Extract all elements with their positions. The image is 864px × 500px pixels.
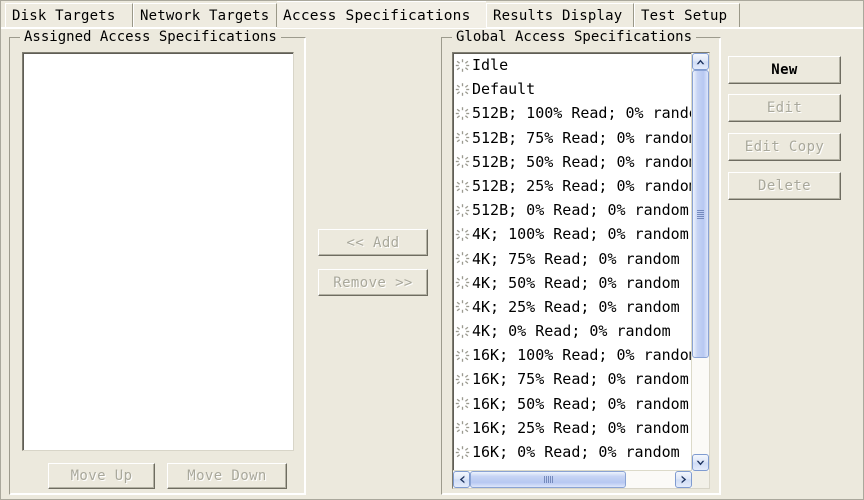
list-item-label: Default	[472, 80, 536, 99]
move-down-label: Move Down	[187, 468, 267, 484]
global-list-vertical-scrollbar[interactable]	[691, 53, 709, 471]
edit-button-label: Edit	[766, 100, 803, 116]
access-spec-icon	[455, 58, 470, 73]
move-down-button[interactable]: Move Down	[167, 463, 287, 489]
tab-label: Access Specifications	[283, 8, 471, 24]
new-button-label: New	[771, 62, 798, 78]
tab-disk-targets[interactable]: Disk Targets	[5, 3, 133, 28]
tab-bar: Disk Targets Network Targets Access Spec…	[1, 1, 863, 28]
access-spec-icon	[455, 348, 470, 363]
access-spec-icon	[455, 396, 470, 411]
tab-network-targets[interactable]: Network Targets	[133, 3, 277, 28]
global-group-title: Global Access Specifications	[452, 29, 697, 45]
access-spec-icon	[455, 445, 470, 460]
list-item-label: 4K; 100% Read; 0% random	[472, 225, 689, 244]
list-item-label: 512B; 0% Read; 0% random	[472, 201, 689, 220]
access-spec-icon	[455, 203, 470, 218]
move-up-button[interactable]: Move Up	[48, 463, 155, 489]
access-spec-icon	[455, 82, 470, 97]
access-spec-icon	[455, 372, 470, 387]
list-item-label: 16K; 75% Read; 0% random	[472, 370, 689, 389]
assigned-access-specifications-list[interactable]	[22, 52, 294, 451]
access-spec-icon	[455, 106, 470, 121]
access-spec-icon	[455, 275, 470, 290]
scroll-thumb-horizontal[interactable]	[470, 471, 626, 488]
tab-results-display[interactable]: Results Display	[486, 3, 634, 28]
delete-button-label: Delete	[758, 178, 811, 194]
scroll-right-button[interactable]	[675, 471, 692, 488]
remove-button-label: Remove >>	[333, 274, 413, 291]
scrollbar-corner	[692, 471, 709, 488]
list-item[interactable]: Default	[453, 77, 692, 101]
list-item-label: 16K; 100% Read; 0% random	[472, 346, 692, 365]
list-item-label: 512B; 75% Read; 0% random	[472, 128, 692, 147]
list-item[interactable]: 16K; 25% Read; 0% random	[453, 416, 692, 440]
list-item[interactable]: 512B; 0% Read; 0% random	[453, 198, 692, 222]
scroll-up-button[interactable]	[692, 53, 709, 70]
list-item[interactable]: 16K; 0% Read; 0% random	[453, 440, 692, 464]
tab-label: Results Display	[493, 8, 623, 24]
edit-button[interactable]: Edit	[728, 94, 841, 122]
list-item[interactable]: 512B; 100% Read; 0% random	[453, 101, 692, 125]
list-item-label: 4K; 50% Read; 0% random	[472, 273, 680, 292]
remove-button[interactable]: Remove >>	[318, 269, 428, 296]
global-access-specifications-list[interactable]: Idle Default 512B; 100% Read; 0% random 512…	[452, 52, 710, 489]
access-spec-icon	[455, 299, 470, 314]
tab-label: Test Setup	[641, 8, 728, 24]
list-item[interactable]: Idle	[453, 53, 692, 77]
access-spec-icon	[455, 130, 470, 145]
list-item[interactable]: 512B; 75% Read; 0% random	[453, 126, 692, 150]
tab-access-specifications[interactable]: Access Specifications	[277, 1, 486, 28]
list-item[interactable]: 4K; 25% Read; 0% random	[453, 295, 692, 319]
list-item[interactable]: 16K; 100% Read; 0% random	[453, 343, 692, 367]
list-item[interactable]: 4K; 0% Read; 0% random	[453, 319, 692, 343]
access-spec-icon	[455, 251, 470, 266]
global-list-items: Idle Default 512B; 100% Read; 0% random 512…	[453, 53, 692, 471]
access-spec-icon	[455, 179, 470, 194]
list-item-label: 16K; 0% Read; 0% random	[472, 443, 680, 461]
global-list-horizontal-scrollbar[interactable]	[453, 470, 692, 488]
list-item-label: Idle	[472, 56, 509, 74]
tab-label: Disk Targets	[12, 8, 116, 24]
list-item-label: 4K; 75% Read; 0% random	[472, 249, 680, 268]
access-spec-icon	[455, 420, 470, 435]
list-item[interactable]: 4K; 75% Read; 0% random	[453, 247, 692, 271]
scroll-thumb-vertical[interactable]	[692, 70, 709, 358]
access-specifications-window: Disk Targets Network Targets Access Spec…	[0, 0, 864, 500]
scroll-left-button[interactable]	[453, 471, 470, 488]
move-up-label: Move Up	[70, 468, 133, 484]
new-button[interactable]: New	[728, 56, 841, 84]
list-item[interactable]: 512B; 25% Read; 0% random	[453, 174, 692, 198]
list-item-label: 4K; 25% Read; 0% random	[472, 297, 680, 316]
list-item-label: 4K; 0% Read; 0% random	[472, 322, 671, 341]
list-item[interactable]: 4K; 100% Read; 0% random	[453, 222, 692, 246]
list-item-label: 512B; 50% Read; 0% random	[472, 152, 692, 171]
assigned-group-title: Assigned Access Specifications	[20, 29, 281, 45]
add-button[interactable]: << Add	[318, 229, 428, 256]
list-item[interactable]: 512B; 50% Read; 0% random	[453, 150, 692, 174]
list-item-label: 16K; 50% Read; 0% random	[472, 394, 689, 413]
edit-copy-button[interactable]: Edit Copy	[728, 133, 841, 161]
access-specifications-panel: Assigned Access Specifications Move Up M…	[1, 28, 863, 499]
list-item[interactable]: 16K; 50% Read; 0% random	[453, 392, 692, 416]
assigned-list-items	[23, 53, 293, 450]
access-spec-icon	[455, 227, 470, 242]
access-spec-icon	[455, 154, 470, 169]
edit-copy-button-label: Edit Copy	[744, 139, 825, 155]
assigned-access-specifications-group: Assigned Access Specifications Move Up M…	[9, 29, 306, 495]
add-button-label: << Add	[346, 234, 400, 251]
scroll-down-button[interactable]	[692, 454, 709, 471]
delete-button[interactable]: Delete	[728, 172, 841, 200]
list-item-label: 512B; 100% Read; 0% random	[472, 104, 692, 123]
global-access-specifications-group: Global Access Specifications Idle Default…	[441, 29, 721, 495]
list-item[interactable]: 4K; 50% Read; 0% random	[453, 271, 692, 295]
access-spec-icon	[455, 324, 470, 339]
tab-test-setup[interactable]: Test Setup	[634, 3, 740, 28]
list-item[interactable]: 16K; 75% Read; 0% random	[453, 367, 692, 391]
list-item-label: 512B; 25% Read; 0% random	[472, 176, 692, 195]
tab-label: Network Targets	[140, 8, 270, 24]
list-item-label: 16K; 25% Read; 0% random	[472, 418, 689, 437]
